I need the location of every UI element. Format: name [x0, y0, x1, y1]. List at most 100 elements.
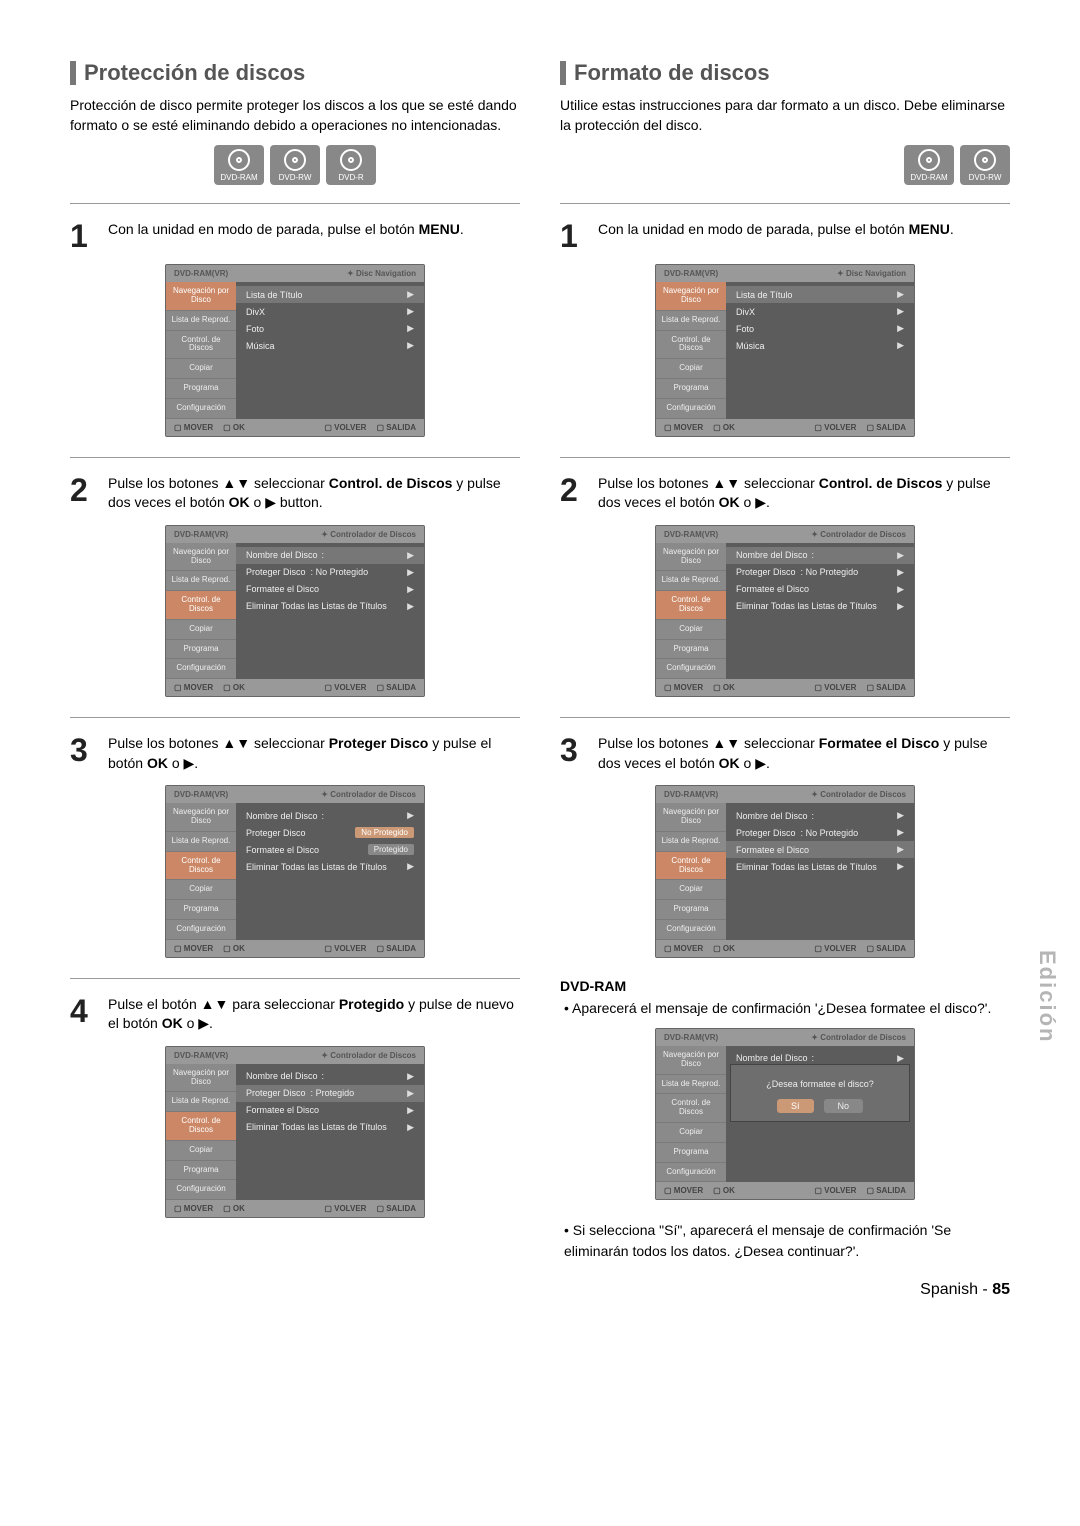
row-formatee[interactable]: Formatee el Disco▶ [726, 841, 914, 858]
row-eliminar[interactable]: Eliminar Todas las Listas de Títulos▶ [236, 1119, 424, 1136]
sidebar-item-lista[interactable]: Lista de Reprod. [166, 832, 236, 852]
row-formatee[interactable]: Formatee el DiscoProtegido [236, 841, 424, 858]
sidebar-item-lista[interactable]: Lista de Reprod. [166, 571, 236, 591]
sidebar-item-config[interactable]: Configuración [166, 659, 236, 679]
sidebar-item-copiar[interactable]: Copiar [656, 620, 726, 640]
sidebar-item-copiar[interactable]: Copiar [656, 359, 726, 379]
row-nombre[interactable]: Nombre del Disco:▶ [236, 807, 424, 824]
sidebar-item-programa[interactable]: Programa [166, 900, 236, 920]
sidebar-item-programa[interactable]: Programa [166, 379, 236, 399]
row-eliminar[interactable]: Eliminar Todas las Listas de Títulos▶ [726, 598, 914, 615]
sidebar-item-control[interactable]: Control. de Discos [656, 331, 726, 360]
sidebar-item-config[interactable]: Configuración [656, 1163, 726, 1183]
dialog-si-button[interactable]: Sí [777, 1099, 814, 1113]
sidebar-item-nav[interactable]: Navegación por Disco [656, 1046, 726, 1075]
sidebar-item-programa[interactable]: Programa [166, 640, 236, 660]
footer-volver: VOLVER [814, 1186, 856, 1195]
row-nombre[interactable]: Nombre del Disco:▶ [236, 547, 424, 564]
text-frag: Pulse los botones ▲▼ seleccionar [598, 735, 819, 751]
step-text: Pulse el botón ▲▼ para seleccionar Prote… [108, 995, 520, 1034]
sidebar-item-nav[interactable]: Navegación por Disco [656, 543, 726, 572]
row-musica[interactable]: Música▶ [236, 337, 424, 354]
row-musica[interactable]: Música▶ [726, 337, 914, 354]
row-eliminar[interactable]: Eliminar Todas las Listas de Títulos▶ [236, 858, 424, 875]
row-lista-titulo[interactable]: Lista de Título▶ [726, 286, 914, 303]
option-protegido[interactable]: Protegido [368, 844, 414, 855]
sidebar-item-copiar[interactable]: Copiar [166, 1141, 236, 1161]
row-nombre[interactable]: Nombre del Disco:▶ [236, 1068, 424, 1085]
row-nombre[interactable]: Nombre del Disco:▶ [726, 547, 914, 564]
sidebar-item-nav[interactable]: Navegación por Disco [166, 1064, 236, 1093]
sidebar-item-programa[interactable]: Programa [166, 1161, 236, 1181]
sidebar-item-programa[interactable]: Programa [656, 640, 726, 660]
sidebar-item-lista[interactable]: Lista de Reprod. [166, 311, 236, 331]
footer-volver: VOLVER [814, 944, 856, 953]
osd-sidebar: Navegación por Disco Lista de Reprod. Co… [656, 1046, 726, 1182]
sidebar-item-control[interactable]: Control. de Discos [166, 331, 236, 360]
sidebar-item-nav[interactable]: Navegación por Disco [656, 282, 726, 311]
osd-footer: MOVER OK VOLVER SALIDA [166, 679, 424, 696]
sidebar-item-control[interactable]: Control. de Discos [166, 852, 236, 881]
row-proteger[interactable]: Proteger Disco : No Protegido▶ [726, 564, 914, 581]
sidebar-item-config[interactable]: Configuración [166, 399, 236, 419]
row-eliminar[interactable]: Eliminar Todas las Listas de Títulos▶ [726, 858, 914, 875]
badge-dvd-r: DVD-R [326, 145, 376, 185]
osd-header: DVD-RAM(VR) Controlador de Discos [166, 786, 424, 803]
sidebar-item-control[interactable]: Control. de Discos [656, 1094, 726, 1123]
sidebar-item-lista[interactable]: Lista de Reprod. [656, 311, 726, 331]
row-foto[interactable]: Foto▶ [236, 320, 424, 337]
sidebar-item-lista[interactable]: Lista de Reprod. [656, 571, 726, 591]
row-divx[interactable]: DivX▶ [236, 303, 424, 320]
sidebar-item-control[interactable]: Control. de Discos [656, 591, 726, 620]
row-foto[interactable]: Foto▶ [726, 320, 914, 337]
row-formatee[interactable]: Formatee el Disco▶ [726, 581, 914, 598]
step-number: 3 [560, 734, 588, 766]
sidebar-item-lista[interactable]: Lista de Reprod. [166, 1092, 236, 1112]
chevron-right-icon: ▶ [897, 601, 904, 612]
sidebar-item-config[interactable]: Configuración [656, 659, 726, 679]
osd-content: Nombre del Disco:▶ Proteger Disco : No P… [236, 543, 424, 679]
sidebar-item-nav[interactable]: Navegación por Disco [166, 282, 236, 311]
osd-screen-ctrl-r1: DVD-RAM(VR) Controlador de Discos Navega… [655, 525, 915, 697]
sidebar-item-config[interactable]: Configuración [656, 920, 726, 940]
sidebar-item-programa[interactable]: Programa [656, 1143, 726, 1163]
sidebar-item-nav[interactable]: Navegación por Disco [656, 803, 726, 832]
sidebar-item-copiar[interactable]: Copiar [166, 620, 236, 640]
sidebar-item-nav[interactable]: Navegación por Disco [166, 543, 236, 572]
footer-salida: SALIDA [376, 1204, 416, 1213]
sidebar-item-copiar[interactable]: Copiar [166, 359, 236, 379]
step-text: Con la unidad en modo de parada, pulse e… [598, 220, 1010, 240]
row-label: Proteger Disco : No Protegido [736, 567, 858, 577]
sidebar-item-programa[interactable]: Programa [656, 379, 726, 399]
dialog-no-button[interactable]: No [824, 1099, 864, 1113]
row-formatee[interactable]: Formatee el Disco▶ [236, 581, 424, 598]
text-bold: Protegido [339, 996, 404, 1012]
chevron-right-icon: ▶ [407, 861, 414, 872]
row-nombre[interactable]: Nombre del Disco:▶ [726, 807, 914, 824]
sidebar-item-copiar[interactable]: Copiar [656, 1123, 726, 1143]
lbl: Proteger Disco [736, 567, 796, 577]
row-proteger[interactable]: Proteger Disco : Protegido▶ [236, 1085, 424, 1102]
row-eliminar[interactable]: Eliminar Todas las Listas de Títulos▶ [236, 598, 424, 615]
osd-footer: MOVER OK VOLVER SALIDA [656, 1182, 914, 1199]
dvd-ram-heading: DVD-RAM [560, 978, 1010, 994]
row-divx[interactable]: DivX▶ [726, 303, 914, 320]
sidebar-item-nav[interactable]: Navegación por Disco [166, 803, 236, 832]
sidebar-item-copiar[interactable]: Copiar [166, 880, 236, 900]
row-proteger[interactable]: Proteger Disco : No Protegido▶ [236, 564, 424, 581]
row-formatee[interactable]: Formatee el Disco▶ [236, 1102, 424, 1119]
row-proteger[interactable]: Proteger DiscoNo Protegido [236, 824, 424, 841]
sidebar-item-lista[interactable]: Lista de Reprod. [656, 832, 726, 852]
row-lista-titulo[interactable]: Lista de Título▶ [236, 286, 424, 303]
sidebar-item-control[interactable]: Control. de Discos [166, 1112, 236, 1141]
row-proteger[interactable]: Proteger Disco : No Protegido▶ [726, 824, 914, 841]
sidebar-item-config[interactable]: Configuración [166, 920, 236, 940]
sidebar-item-control[interactable]: Control. de Discos [656, 852, 726, 881]
sidebar-item-copiar[interactable]: Copiar [656, 880, 726, 900]
option-no-protegido[interactable]: No Protegido [355, 827, 414, 838]
sidebar-item-programa[interactable]: Programa [656, 900, 726, 920]
sidebar-item-config[interactable]: Configuración [656, 399, 726, 419]
sidebar-item-control[interactable]: Control. de Discos [166, 591, 236, 620]
sidebar-item-lista[interactable]: Lista de Reprod. [656, 1075, 726, 1095]
sidebar-item-config[interactable]: Configuración [166, 1180, 236, 1200]
